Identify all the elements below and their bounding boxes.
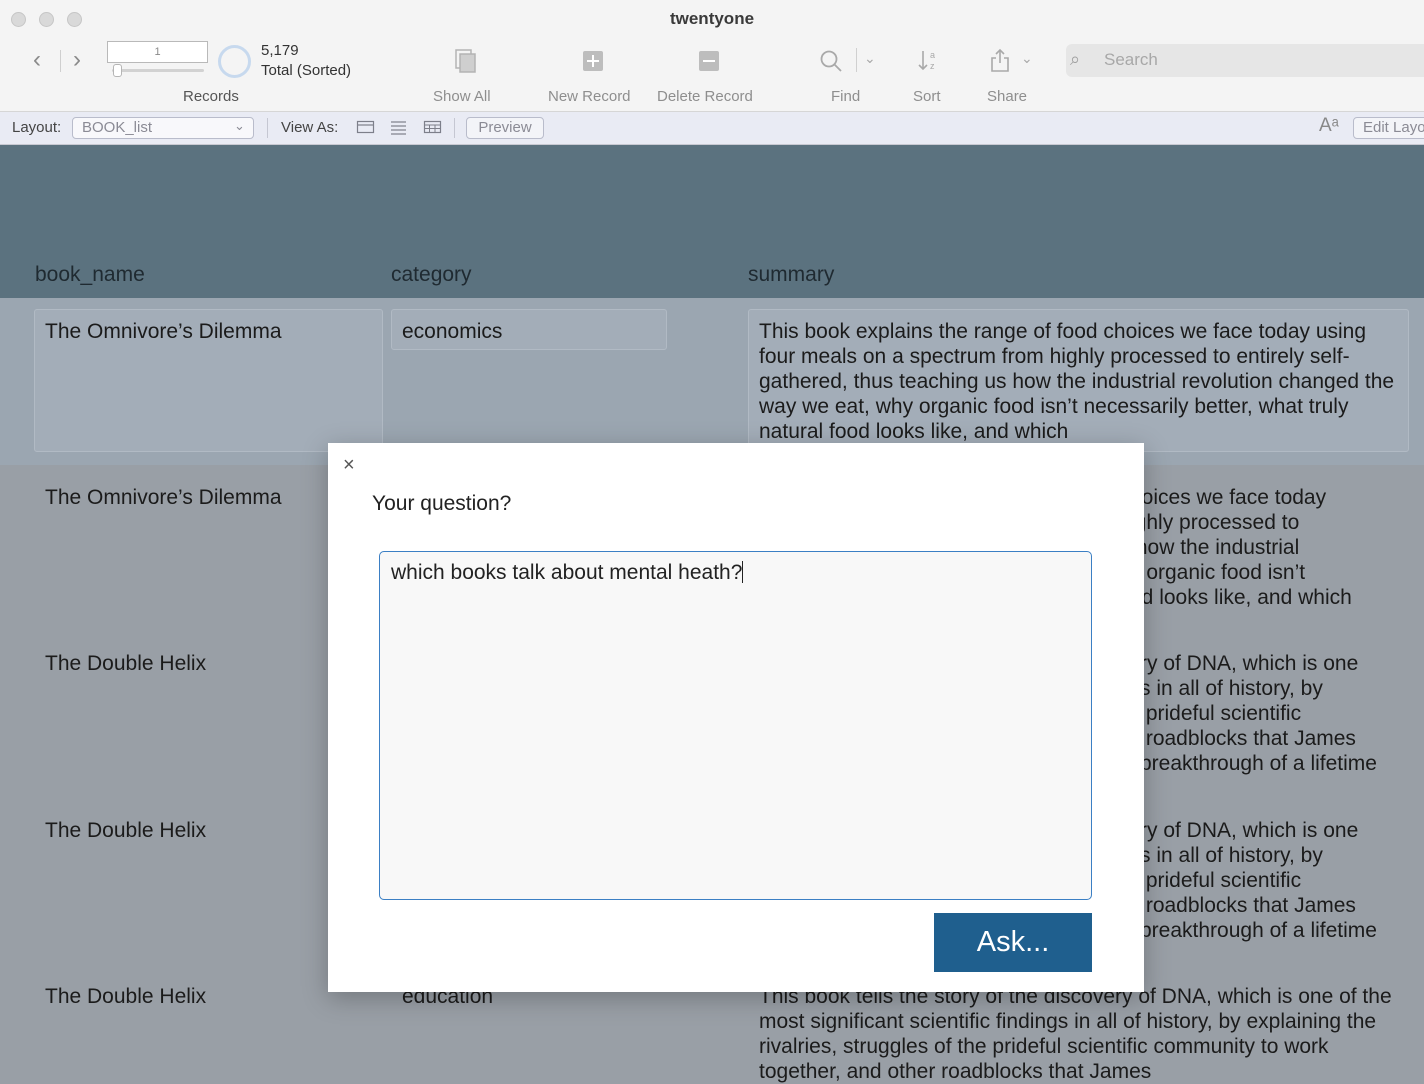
records-label: Records xyxy=(183,88,239,105)
question-text[interactable]: which books talk about mental heath? xyxy=(391,561,744,585)
search-icon: ⌕ xyxy=(1070,49,1081,69)
record-status: Total (Sorted) xyxy=(261,62,352,79)
records-progress-ring xyxy=(218,45,251,78)
summary-cell[interactable]: hoices we face today ighly processed to … xyxy=(1130,485,1352,610)
list-header xyxy=(0,145,1424,298)
book-name-cell[interactable]: The Omnivore’s Dilemma xyxy=(45,485,282,510)
view-divider xyxy=(454,118,455,138)
show-all-icon[interactable] xyxy=(452,48,478,74)
table-view-icon[interactable] xyxy=(423,119,442,135)
close-icon[interactable]: × xyxy=(343,454,355,477)
question-text-value: which books talk about mental heath? xyxy=(391,561,743,584)
column-header-book-name: book_name xyxy=(35,263,145,286)
book-name-cell[interactable]: The Double Helix xyxy=(45,651,206,676)
next-record-icon[interactable]: › xyxy=(73,48,81,72)
column-header-summary: summary xyxy=(748,263,835,286)
previous-record-icon[interactable]: ‹ xyxy=(33,48,41,72)
text-caret xyxy=(742,561,744,583)
layout-label: Layout: xyxy=(12,119,62,136)
question-textarea[interactable] xyxy=(379,551,1092,900)
svg-text:z: z xyxy=(930,61,935,71)
preview-button[interactable]: Preview xyxy=(466,117,544,139)
layout-divider xyxy=(267,118,268,138)
share-icon[interactable] xyxy=(989,47,1011,73)
new-record-icon[interactable] xyxy=(582,50,604,72)
find-button[interactable]: Find xyxy=(831,88,860,105)
search-placeholder: Search xyxy=(1104,50,1158,69)
window-title: twentyone xyxy=(669,9,755,28)
summary-cell[interactable]: ry of DNA, which is one s in all of hist… xyxy=(1140,818,1377,943)
form-view-icon[interactable] xyxy=(356,119,375,135)
edit-layout-button[interactable]: Edit Layout xyxy=(1353,117,1424,139)
category-cell: economics xyxy=(402,320,503,343)
current-record-input[interactable]: 1 xyxy=(107,41,208,63)
new-record-button[interactable]: New Record xyxy=(548,88,631,105)
column-header-category: category xyxy=(391,263,472,286)
ask-button[interactable]: Ask... xyxy=(934,913,1092,972)
delete-record-icon[interactable] xyxy=(698,50,720,72)
sort-button[interactable]: Sort xyxy=(913,88,941,105)
summary-cell: This book explains the range of food cho… xyxy=(759,320,1395,443)
share-chevron-down-icon[interactable]: ⌄ xyxy=(1021,50,1033,67)
record-count: 5,179 xyxy=(261,42,299,59)
find-divider xyxy=(856,48,857,72)
svg-text:a: a xyxy=(930,50,935,60)
sort-icon[interactable]: a z xyxy=(917,48,941,74)
summary-cell[interactable]: This book tells the story of the discove… xyxy=(759,984,1399,1084)
delete-record-button[interactable]: Delete Record xyxy=(657,88,753,105)
text-format-icon[interactable]: Aᵃ xyxy=(1319,115,1339,137)
nav-divider xyxy=(60,50,61,72)
find-icon[interactable] xyxy=(819,49,845,75)
book-name-cell[interactable]: The Double Helix xyxy=(45,818,206,843)
list-view-icon[interactable] xyxy=(389,119,408,135)
show-all-button[interactable]: Show All xyxy=(433,88,491,105)
find-chevron-down-icon[interactable]: ⌄ xyxy=(864,50,876,67)
layout-chevron-down-icon: ⌄ xyxy=(234,118,245,133)
record-slider-thumb[interactable] xyxy=(113,64,122,77)
share-button[interactable]: Share xyxy=(987,88,1027,105)
layout-select-value: BOOK_list xyxy=(82,119,153,136)
summary-cell[interactable]: ry of DNA, which is one s in all of hist… xyxy=(1140,651,1377,776)
book-name-cell: The Omnivore’s Dilemma xyxy=(45,320,282,343)
book-name-cell[interactable]: The Double Helix xyxy=(45,984,206,1009)
view-as-label: View As: xyxy=(281,119,339,136)
record-slider[interactable] xyxy=(112,69,204,72)
dialog-prompt: Your question? xyxy=(372,492,512,515)
